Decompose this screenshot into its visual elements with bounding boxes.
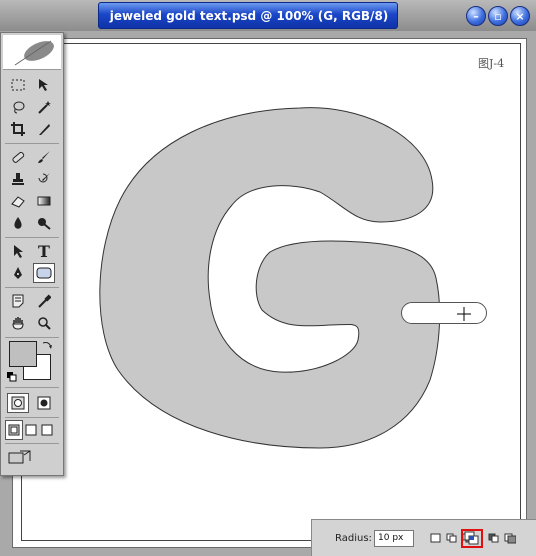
pen-icon bbox=[14, 267, 22, 279]
crop-tool-button[interactable] bbox=[7, 119, 29, 139]
brush-icon bbox=[38, 151, 50, 163]
healing-brush-tool-button[interactable] bbox=[7, 147, 29, 167]
toolbox-divider bbox=[5, 337, 59, 338]
type-tool-button[interactable]: T bbox=[33, 241, 55, 261]
standard-mode-icon bbox=[11, 396, 25, 410]
bandage-icon bbox=[12, 151, 25, 163]
quick-mask-icon bbox=[37, 396, 51, 410]
pen-tool-button[interactable] bbox=[7, 263, 29, 283]
foreground-color-swatch[interactable] bbox=[9, 341, 37, 367]
lasso-tool-button[interactable] bbox=[7, 97, 29, 117]
rounded-rect-drag-preview bbox=[401, 302, 487, 324]
screen-mode-standard-icon bbox=[8, 424, 20, 436]
crosshair-cursor-icon bbox=[457, 307, 471, 321]
standard-mode-button[interactable] bbox=[7, 393, 29, 413]
full-screen-mode-button[interactable] bbox=[39, 420, 55, 440]
type-icon: T bbox=[38, 241, 50, 261]
move-icon bbox=[39, 79, 48, 91]
new-area-mode-icon[interactable] bbox=[430, 533, 442, 544]
brush-tool-button[interactable] bbox=[33, 147, 55, 167]
history-brush-tool-button[interactable] bbox=[33, 169, 55, 189]
toolbox-divider bbox=[5, 143, 59, 144]
screen-mode-menu-icon bbox=[25, 424, 37, 436]
standard-screen-mode-button[interactable] bbox=[5, 420, 23, 440]
magic-wand-tool-button[interactable] bbox=[33, 97, 55, 117]
rounded-rectangle-tool-button[interactable] bbox=[33, 263, 55, 283]
gradient-tool-button[interactable] bbox=[33, 191, 55, 211]
slice-tool-button[interactable] bbox=[33, 119, 55, 139]
water-drop-icon bbox=[14, 217, 22, 229]
gradient-icon bbox=[37, 196, 51, 206]
eraser-tool-button[interactable] bbox=[7, 191, 29, 211]
marquee-icon bbox=[11, 79, 25, 91]
history-brush-icon bbox=[38, 173, 50, 183]
feather-logo-icon bbox=[14, 40, 54, 66]
notes-tool-button[interactable] bbox=[7, 291, 29, 311]
toolbox-divider bbox=[5, 417, 59, 418]
jump-to-imageready-button[interactable] bbox=[7, 447, 33, 467]
letter-g-shape bbox=[99, 107, 441, 449]
slice-icon bbox=[39, 124, 50, 135]
toolbox-header[interactable] bbox=[3, 35, 61, 70]
intersect-area-mode-icon bbox=[464, 531, 479, 545]
quick-mask-mode-button[interactable] bbox=[33, 393, 55, 413]
toolbox-divider bbox=[5, 443, 59, 444]
magic-wand-icon bbox=[38, 101, 51, 114]
letter-g-path bbox=[99, 107, 441, 449]
blur-tool-button[interactable] bbox=[7, 213, 29, 233]
combine-area-mode-icon[interactable] bbox=[504, 533, 516, 544]
dodge-tool-button[interactable] bbox=[33, 213, 55, 233]
clone-stamp-tool-button[interactable] bbox=[7, 169, 29, 189]
marquee-tool-button[interactable] bbox=[7, 75, 29, 95]
notes-icon bbox=[12, 294, 24, 308]
radius-input[interactable]: 10 px bbox=[374, 530, 414, 547]
toolbox-panel: T bbox=[0, 32, 64, 476]
default-colors-icon[interactable] bbox=[7, 372, 17, 382]
add-area-mode-icon[interactable] bbox=[446, 533, 458, 544]
move-tool-button[interactable] bbox=[33, 75, 55, 95]
options-bar: Radius: 10 px bbox=[311, 519, 536, 556]
imageready-icon bbox=[8, 450, 31, 464]
stamp-icon bbox=[12, 173, 24, 185]
crop-icon bbox=[11, 122, 25, 136]
full-screen-menu-mode-button[interactable] bbox=[23, 420, 39, 440]
zoom-icon bbox=[38, 317, 51, 330]
screen-mode-full-icon bbox=[41, 424, 53, 436]
arrow-icon bbox=[14, 245, 23, 258]
toolbox-divider bbox=[5, 387, 59, 388]
hand-icon bbox=[12, 317, 24, 330]
zoom-tool-button[interactable] bbox=[33, 313, 55, 333]
toolbox-divider bbox=[5, 287, 59, 288]
path-selection-tool-button[interactable] bbox=[7, 241, 29, 261]
eyedropper-icon bbox=[38, 294, 51, 308]
swap-colors-icon[interactable] bbox=[41, 339, 53, 351]
eyedropper-tool-button[interactable] bbox=[33, 291, 55, 311]
hand-tool-button[interactable] bbox=[7, 313, 29, 333]
radius-label: Radius: bbox=[335, 533, 372, 544]
dodge-icon bbox=[38, 218, 51, 230]
intersect-area-mode-button[interactable] bbox=[461, 529, 483, 548]
lasso-icon bbox=[13, 101, 25, 114]
exclude-area-mode-icon[interactable] bbox=[488, 533, 500, 544]
eraser-icon bbox=[11, 196, 25, 208]
photoshop-document-window: jeweled gold text.psd @ 100% (G, RGB/8) … bbox=[0, 0, 536, 556]
toolbox-divider bbox=[5, 237, 59, 238]
rounded-rectangle-icon bbox=[36, 267, 52, 279]
